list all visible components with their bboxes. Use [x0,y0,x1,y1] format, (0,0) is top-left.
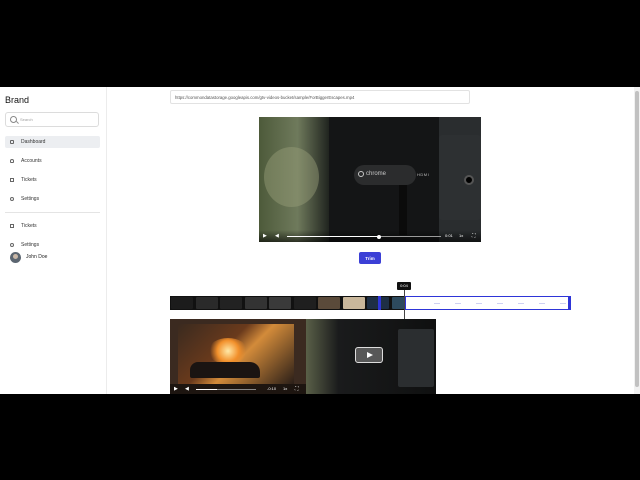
preview-inset-scene [178,324,294,384]
fullscreen-icon[interactable]: ⛶ [472,233,476,239]
volume-icon[interactable]: ◀ [185,386,189,392]
preview-player[interactable]: ▶ ◀ -0:10 1x ⛶ [170,319,436,394]
sidebar-item-label: Tickets [21,177,37,183]
timeline-thumbnail [171,297,193,309]
player-controls: ▶ ◀ 0:01 1x ⛶ [259,230,481,242]
timeline-thumbnail [220,297,242,309]
sidebar-bottom-item-tickets[interactable]: Tickets [5,220,100,232]
sidebar-bottom-item-settings[interactable]: Settings [5,239,100,251]
player-progress-fill [287,236,380,237]
page-scrollbar[interactable] [634,87,640,394]
timeline-thumbnail [269,297,291,309]
sidebar-divider [5,212,100,213]
preview-controls: ▶ ◀ -0:10 1x ⛶ [170,384,306,394]
playhead-time-tooltip: 0:04 [397,282,411,290]
ticket-icon [10,178,14,182]
preview-time: -0:10 [267,386,277,391]
timeline-thumbnail [391,297,405,309]
preview-progress-fill [196,389,217,390]
video-frame-tv-panel [439,135,481,220]
gear-icon [10,197,14,201]
scrollbar-thumb[interactable] [635,91,639,387]
video-frame-port [464,175,474,185]
preview-explosion [208,338,248,364]
avatar [10,252,21,263]
video-frame-cable [399,185,407,235]
search-box[interactable] [5,112,99,127]
sidebar-item-label: Settings [21,242,40,248]
sidebar-item-label: Tickets [21,223,37,229]
preview-car [190,362,260,378]
search-icon [10,116,17,123]
timeline-playhead[interactable] [404,290,405,320]
sidebar-item-label: Accounts [21,158,42,164]
main-content: https://commondatastorage.googleapis.com… [107,87,634,394]
sidebar: Brand Dashboard Accounts Tickets Setting… [0,87,107,394]
play-icon[interactable]: ▶ [174,386,178,392]
preview-progress-bar[interactable] [196,389,256,390]
trim-button[interactable]: Trim [359,252,381,264]
timeline-dash-mark [518,303,524,304]
player-speed[interactable]: 1x [459,233,463,239]
timeline-dash-mark [476,303,482,304]
preview-tv-panel [398,329,434,387]
preview-speed[interactable]: 1x [283,386,287,392]
player-time: 0:01 [445,233,453,238]
timeline-thumbnail [244,297,267,309]
fullscreen-icon[interactable]: ⛶ [295,386,299,392]
sidebar-item-label: Settings [21,196,40,202]
timeline-thumbnail [293,297,316,309]
volume-icon[interactable]: ◀ [275,233,279,239]
timeline-thumbnail-strip[interactable] [170,296,405,310]
video-frame-hdmi-label: HDMI [417,172,430,177]
timeline-dash-mark [455,303,461,304]
video-frame-chromecast: chrome [354,165,416,185]
video-frame-brand-text: chrome [366,171,387,177]
timeline-thumbnail [195,297,218,309]
gear-icon [10,243,14,247]
timeline-dash-mark [539,303,545,304]
video-url-field[interactable]: https://commondatastorage.googleapis.com… [170,90,470,104]
timeline-left-handle[interactable] [377,296,381,310]
timeline-dash-mark [434,303,440,304]
timeline-selection-region[interactable] [405,296,571,310]
sidebar-item-tickets[interactable]: Tickets [5,174,100,186]
house-icon [10,140,14,144]
chrome-logo-icon [358,171,364,177]
timeline-right-handle[interactable] [568,296,571,310]
user-icon [10,159,14,163]
timeline-dash-mark [560,303,566,304]
user-name: John Doe [26,254,48,260]
player-progress-knob[interactable] [377,234,382,239]
app-window: Brand Dashboard Accounts Tickets Setting… [0,87,640,394]
ticket-icon [10,224,14,228]
sidebar-item-settings[interactable]: Settings [5,193,100,205]
search-input[interactable] [20,115,96,124]
sidebar-item-label: Dashboard [21,139,46,145]
video-frame-blur [264,147,319,207]
sidebar-item-accounts[interactable]: Accounts [5,155,100,167]
brand-logo[interactable]: Brand [5,95,29,105]
play-icon[interactable]: ▶ [263,233,267,239]
player-progress-bar[interactable] [287,234,441,239]
video-player[interactable]: HDMI chrome ▶ ◀ 0:01 1x ⛶ [259,117,481,242]
timeline-thumbnail [318,297,340,309]
timeline-dash-mark [497,303,503,304]
timeline-thumbnail [342,297,365,309]
preview-play-button[interactable] [355,347,383,363]
sidebar-item-dashboard[interactable]: Dashboard [5,136,100,148]
